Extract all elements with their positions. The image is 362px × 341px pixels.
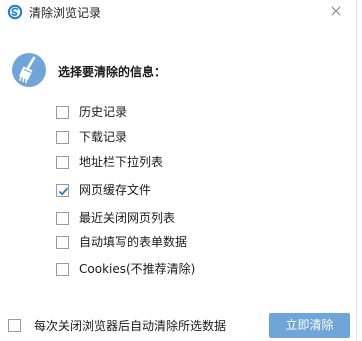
- title-bar: 清除浏览记录: [0, 0, 356, 26]
- option-label: 最近关闭网页列表: [79, 211, 176, 225]
- checkbox-box[interactable]: [56, 211, 69, 225]
- option-checkbox-row[interactable]: 历史记录: [56, 104, 127, 120]
- clear-browsing-data-dialog: 清除浏览记录 选择要清除的信息： 历史记录下载记录地址栏下拉列表 网页缓存文件最近…: [0, 0, 357, 341]
- dialog-title: 清除浏览记录: [29, 6, 102, 20]
- option-label: 历史记录: [79, 105, 128, 119]
- checkbox-box[interactable]: [8, 318, 21, 332]
- checkbox-box[interactable]: [56, 155, 69, 169]
- checkbox-box[interactable]: [56, 262, 69, 276]
- option-checkbox-row[interactable]: 下载记录: [56, 129, 127, 145]
- option-checkbox-row[interactable]: Cookies(不推荐清除): [56, 261, 195, 277]
- checkbox-box[interactable]: [56, 105, 69, 119]
- option-checkbox-row[interactable]: 自动填写的表单数据: [56, 234, 187, 250]
- option-label: 自动填写的表单数据: [79, 235, 188, 249]
- auto-clear-label: 每次关闭浏览器后自动清除所选数据: [34, 318, 227, 333]
- clear-now-button[interactable]: 立即清除: [269, 313, 350, 338]
- browser-logo-icon: [7, 4, 23, 20]
- broom-icon: [12, 53, 46, 87]
- checkmark-icon: [58, 187, 69, 195]
- auto-clear-on-exit-checkbox[interactable]: 每次关闭浏览器后自动清除所选数据: [8, 317, 226, 333]
- option-label: Cookies(不推荐清除): [79, 262, 196, 276]
- option-label: 下载记录: [79, 130, 128, 144]
- option-label: 网页缓存文件: [79, 183, 152, 197]
- checkbox-box[interactable]: [56, 183, 69, 197]
- option-checkbox-row[interactable]: 地址栏下拉列表: [56, 154, 163, 170]
- option-checkbox-row[interactable]: 网页缓存文件: [56, 182, 151, 198]
- option-checkbox-row[interactable]: 最近关闭网页列表: [56, 210, 175, 226]
- checkbox-box[interactable]: [56, 130, 69, 144]
- checkbox-box[interactable]: [56, 235, 69, 249]
- option-label: 地址栏下拉列表: [79, 155, 164, 169]
- section-heading: 选择要清除的信息：: [58, 65, 167, 79]
- close-icon[interactable]: [329, 4, 343, 18]
